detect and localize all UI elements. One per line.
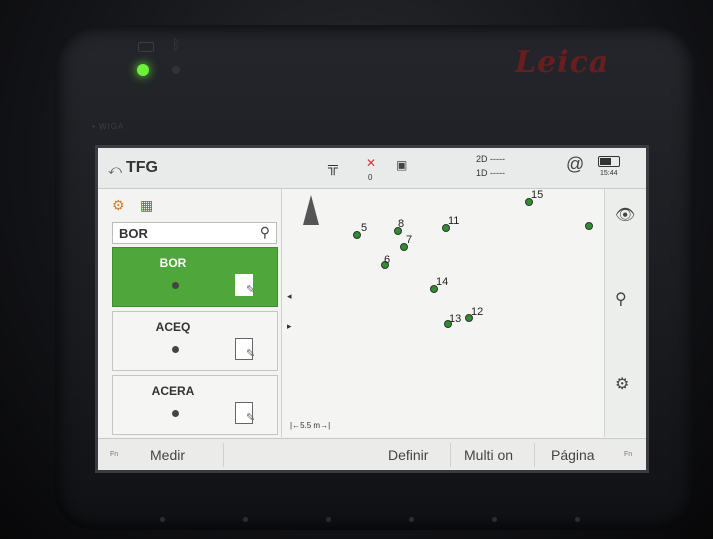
zoom-icon[interactable]: ⚲: [615, 289, 627, 309]
point-label: 7: [406, 234, 413, 246]
point-label: 5: [361, 222, 368, 234]
code-item-acera[interactable]: ACERA: [112, 375, 278, 435]
point-label: 14: [436, 276, 449, 288]
scale-bar: |←5.5 m→|: [290, 421, 331, 430]
code-tools-icon[interactable]: ⚙: [112, 197, 125, 214]
edit-attributes-icon[interactable]: [235, 402, 255, 424]
instrument-icon[interactable]: ╦: [328, 158, 338, 186]
status-led-icon: [172, 66, 180, 74]
collapse-left-icon[interactable]: ◂: [287, 291, 292, 302]
search-value: BOR: [119, 226, 148, 241]
settings-icon[interactable]: ⚙: [615, 374, 629, 394]
fn-right-label: Fn: [624, 451, 633, 458]
hardware-key[interactable]: [243, 517, 248, 522]
page-title: TFG: [126, 159, 158, 176]
point-symbol-icon: [172, 282, 179, 289]
point-label: 13: [449, 313, 462, 325]
screen: ⤺ TFG ╦ ✕ 0 ▣ 2D ----- 1D ----- @ 15:44 …: [98, 148, 646, 470]
expand-right-icon[interactable]: ▸: [287, 321, 292, 332]
softkey-divider: [223, 443, 224, 467]
map-point[interactable]: [353, 231, 361, 239]
point-label: 15: [531, 189, 544, 201]
map-toolbar: 👁 ⚲ ⚙: [604, 189, 646, 437]
device-body: ᛒ Leica • WIGA ⤺ TFG ╦ ✕ 0 ▣ 2D ----- 1D…: [0, 0, 713, 539]
device-battery-icon: [138, 42, 154, 52]
fn-left-label: Fn: [110, 451, 119, 458]
battery-icon: [598, 156, 620, 167]
bluetooth-icon: ᛒ: [172, 36, 181, 52]
point-label: 8: [398, 218, 405, 230]
definir-button[interactable]: Definir: [388, 447, 428, 463]
code-item-bor[interactable]: BOR: [112, 247, 278, 307]
point-symbol-icon: [172, 410, 179, 417]
hardware-key[interactable]: [492, 517, 497, 522]
hardware-key[interactable]: [409, 517, 414, 522]
point-label: 11: [448, 215, 460, 227]
edit-attributes-icon[interactable]: [235, 274, 255, 296]
code-label: ACEQ: [155, 320, 191, 334]
point-label: 12: [471, 306, 484, 318]
back-icon[interactable]: ⤺: [108, 162, 122, 178]
point-symbol-icon: [172, 346, 179, 353]
point-label: 6: [384, 254, 391, 266]
code-panel: ⚙ ▦ BOR ⚲ BOR ACEQ ACERA: [98, 189, 282, 437]
code-label: ACERA: [151, 384, 195, 398]
brand-logo: Leica: [515, 45, 610, 80]
hardware-key[interactable]: [326, 517, 331, 522]
code-label: BOR: [159, 256, 187, 270]
title-bar: ⤺ TFG ╦ ✕ 0 ▣ 2D ----- 1D ----- @ 15:44: [98, 148, 646, 189]
hardware-key[interactable]: [575, 517, 580, 522]
softkey-divider: [534, 443, 535, 467]
north-arrow-icon: [303, 195, 319, 225]
hardware-key[interactable]: [160, 517, 165, 522]
model-label: • WIGA: [92, 122, 125, 131]
power-led-icon: [137, 64, 149, 76]
hardware-keys: [160, 517, 580, 522]
eye-icon[interactable]: 👁: [615, 205, 635, 225]
softkey-divider: [450, 443, 451, 467]
medir-button[interactable]: Medir: [150, 447, 185, 463]
code-item-aceq[interactable]: ACEQ: [112, 311, 278, 371]
search-input[interactable]: BOR ⚲: [112, 222, 277, 244]
multi-on-button[interactable]: Multi on: [464, 447, 513, 463]
map-view[interactable]: ◂ ▸ 5 6 7 8 11 12 13 14 15 |←5.5 m→|: [282, 189, 604, 437]
search-icon[interactable]: ⚲: [260, 224, 270, 241]
map-point[interactable]: [585, 222, 593, 230]
codelist-icon[interactable]: ▦: [140, 197, 153, 214]
pagina-button[interactable]: Página: [551, 447, 595, 463]
at-icon[interactable]: @: [566, 154, 584, 182]
edit-attributes-icon[interactable]: [235, 338, 255, 360]
softkey-bar: Fn Medir Definir Multi on Página Fn: [98, 438, 646, 470]
phone-icon[interactable]: ▣: [396, 158, 407, 186]
